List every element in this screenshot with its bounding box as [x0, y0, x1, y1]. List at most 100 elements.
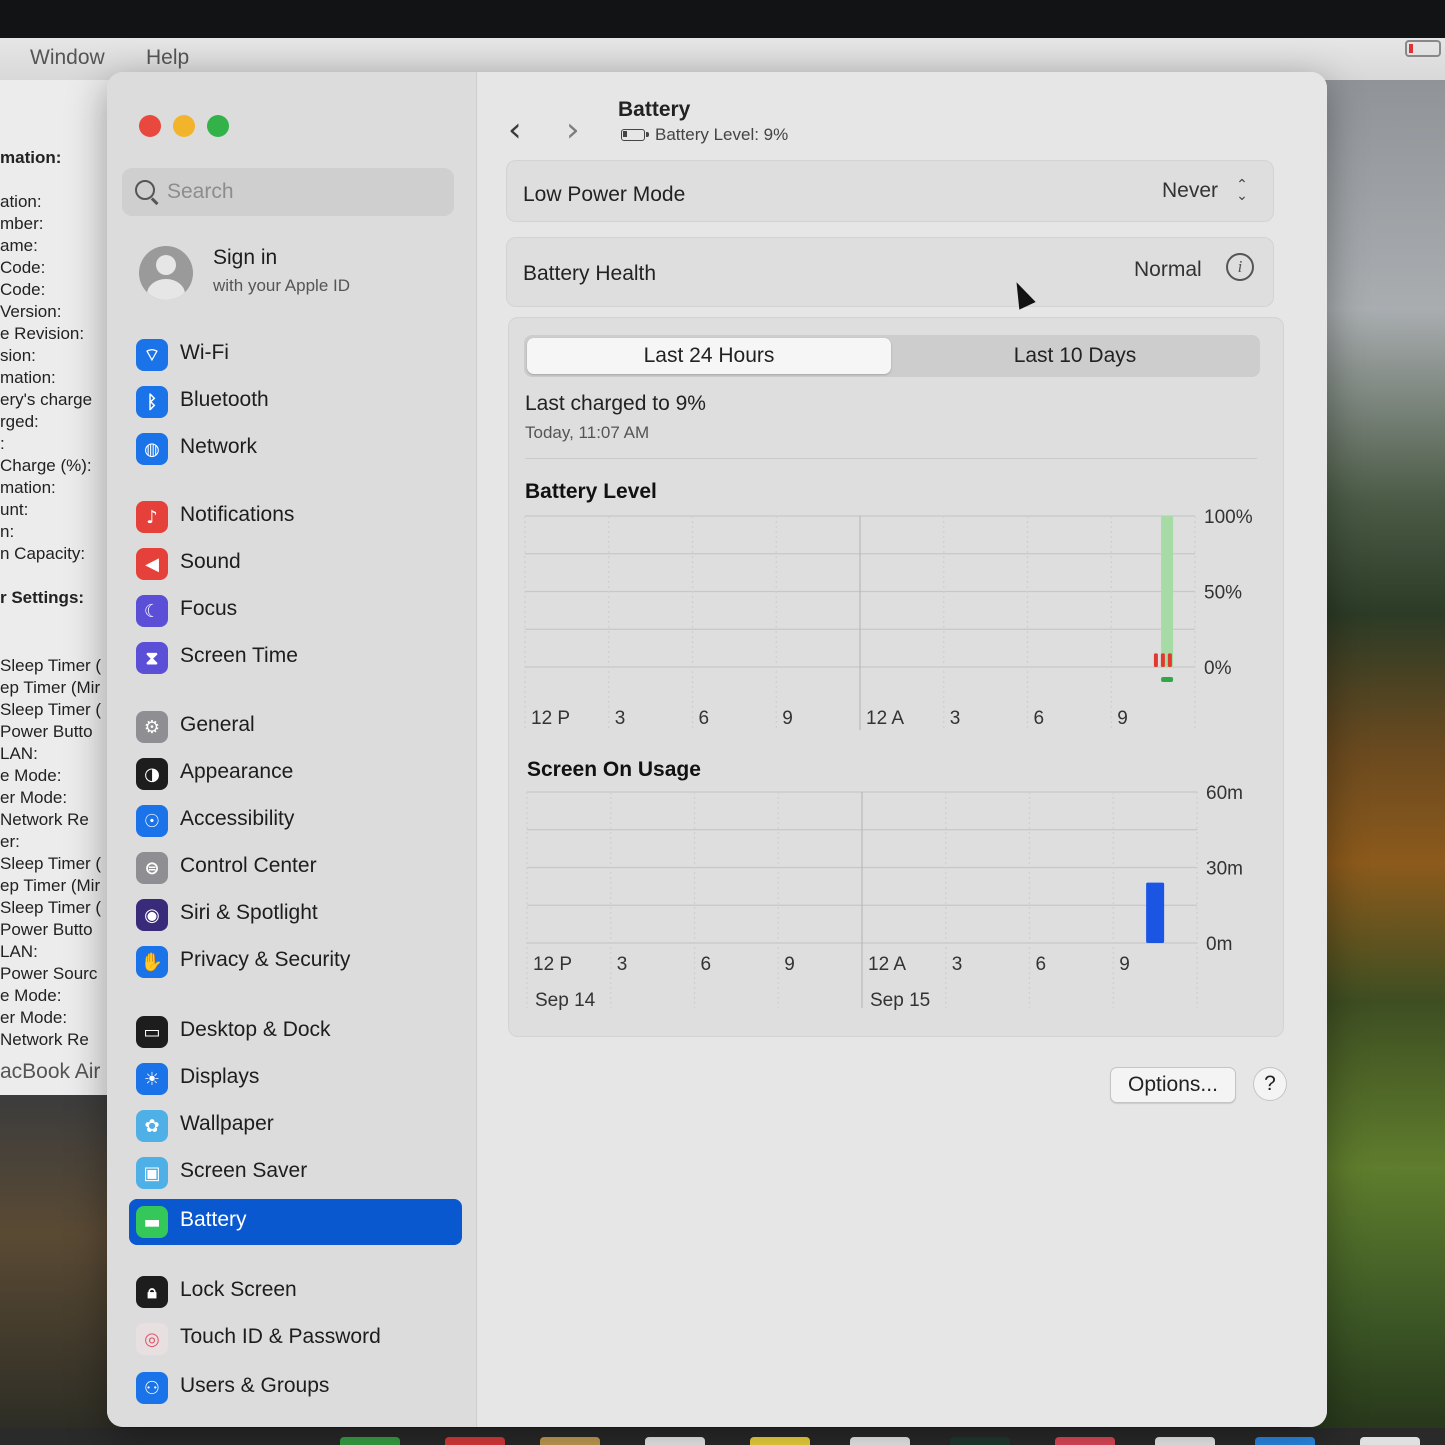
dock-app-icon[interactable]	[950, 1437, 1010, 1445]
usage-history-card: Last 24 Hours Last 10 Days Last charged …	[508, 317, 1284, 1037]
chevron-updown-icon[interactable]: ⌃ ⌄	[1233, 178, 1251, 206]
sidebar-item-network[interactable]: ◍ Network	[129, 426, 462, 472]
sidebar-item-displays[interactable]: ☀ Displays	[129, 1056, 462, 1102]
info-line: LAN:	[0, 942, 38, 961]
tab-last-10-days[interactable]: Last 10 Days	[894, 338, 1256, 374]
sidebar-item-label: Screen Time	[180, 644, 298, 667]
sidebar-item-notifications[interactable]: ♪ Notifications	[129, 494, 462, 540]
battery-health-value: Normal	[1134, 258, 1202, 281]
hand-icon: ✋	[136, 946, 168, 978]
battery-health-label: Battery Health	[523, 262, 657, 285]
info-line: Network Re	[0, 810, 89, 829]
dock-app-icon[interactable]	[340, 1437, 400, 1445]
low-power-mode-value[interactable]: Never	[1162, 179, 1218, 203]
sidebar-item-sound[interactable]: ◀ Sound	[129, 541, 462, 587]
sidebar-item-users-and-groups[interactable]: ⚇ Users & Groups	[129, 1365, 462, 1411]
menu-window[interactable]: Window	[30, 46, 105, 70]
x-tick-label: 6	[1036, 954, 1047, 975]
x-tick-label: 6	[701, 954, 712, 975]
screensaver-icon: ▣	[136, 1157, 168, 1189]
sidebar-item-privacy-and-security[interactable]: ✋ Privacy & Security	[129, 939, 462, 985]
sidebar-item-touch-id-and-password[interactable]: ◎ Touch ID & Password	[129, 1316, 462, 1362]
dock-app-icon[interactable]	[445, 1437, 505, 1445]
dock-app-icon[interactable]	[850, 1437, 910, 1445]
bell-icon: ♪	[136, 501, 168, 533]
sidebar-item-label: Notifications	[180, 503, 295, 526]
info-icon[interactable]: i	[1226, 253, 1254, 281]
dock-app-icon[interactable]	[1360, 1437, 1420, 1445]
info-line: Sleep Timer (	[0, 854, 102, 873]
dock-app-icon[interactable]	[750, 1437, 810, 1445]
dock	[0, 1428, 1445, 1445]
toggles-icon: ⊜	[136, 852, 168, 884]
minimize-button[interactable]	[173, 115, 195, 137]
sidebar-item-lock-screen[interactable]: 🔒︎ Lock Screen	[129, 1269, 462, 1315]
sidebar-item-general[interactable]: ⚙ General	[129, 704, 462, 750]
wifi-icon: ⌔	[136, 339, 168, 371]
tab-last-24-hours[interactable]: Last 24 Hours	[527, 338, 891, 374]
battery-level-chart: 100% 50% 0% 12 P 3 6 9 12 A 3 6 9	[524, 507, 1253, 730]
sidebar-item-bluetooth[interactable]: ᛒ Bluetooth	[129, 379, 462, 425]
x-tick-label: 12 P	[533, 954, 572, 975]
siri-icon: ◉	[136, 899, 168, 931]
data-bar	[1153, 653, 1158, 667]
menu-help[interactable]: Help	[146, 46, 189, 70]
sidebar-item-siri-and-spotlight[interactable]: ◉ Siri & Spotlight	[129, 892, 462, 938]
sidebar-item-wallpaper[interactable]: ✿ Wallpaper	[129, 1103, 462, 1149]
sidebar-item-label: Bluetooth	[180, 388, 269, 411]
dock-app-icon[interactable]	[1055, 1437, 1115, 1445]
apple-id-sign-in[interactable]: Sign in with your Apple ID	[137, 244, 457, 304]
back-button[interactable]: ‹	[508, 110, 522, 150]
sidebar-item-label: Users & Groups	[180, 1374, 330, 1397]
dock-app-icon[interactable]	[645, 1437, 705, 1445]
info-line: Sleep Timer (	[0, 656, 102, 675]
sidebar-item-screen-time[interactable]: ⧗ Screen Time	[129, 635, 462, 681]
sidebar-item-label: Network	[180, 435, 258, 458]
info-line: ep Timer (Mir	[0, 678, 101, 697]
forward-button[interactable]: ›	[566, 110, 580, 150]
info-line: er:	[0, 832, 20, 851]
info-line: Power Butto	[0, 920, 93, 939]
globe-icon: ◍	[136, 433, 168, 465]
info-line: mber:	[0, 214, 44, 233]
sun-icon: ☀	[136, 1063, 168, 1095]
info-line: ation:	[0, 192, 42, 211]
info-line: acBook Air	[0, 1060, 101, 1083]
sidebar-item-label: Privacy & Security	[180, 948, 351, 971]
help-button[interactable]: ?	[1253, 1067, 1287, 1101]
x-tick-label: 3	[952, 954, 963, 975]
search-input[interactable]	[167, 174, 437, 210]
search-field[interactable]	[122, 168, 454, 216]
sidebar-item-accessibility[interactable]: ☉ Accessibility	[129, 798, 462, 844]
options-button[interactable]: Options...	[1110, 1067, 1236, 1103]
info-line: ery's charge	[0, 390, 93, 409]
info-line: e Mode:	[0, 986, 62, 1005]
info-line: Version:	[0, 302, 62, 321]
sidebar-item-control-center[interactable]: ⊜ Control Center	[129, 845, 462, 891]
last-charged-title: Last charged to 9%	[525, 392, 706, 415]
x-tick-label: 12 P	[531, 708, 570, 729]
dock-app-icon[interactable]	[1155, 1437, 1215, 1445]
info-line: mation:	[0, 368, 56, 387]
hourglass-icon: ⧗	[136, 642, 168, 674]
sign-in-title: Sign in	[213, 246, 278, 269]
dock-app-icon[interactable]	[540, 1437, 600, 1445]
sidebar-item-focus[interactable]: ☾ Focus	[129, 588, 462, 634]
info-line: Code:	[0, 258, 46, 277]
sidebar-item-wi-fi[interactable]: ⌔ Wi-Fi	[129, 332, 462, 378]
dock-app-icon[interactable]	[1255, 1437, 1315, 1445]
close-button[interactable]	[139, 115, 161, 137]
sidebar-item-battery[interactable]: ▬ Battery	[129, 1199, 462, 1245]
menubar-battery-icon[interactable]	[1405, 40, 1441, 57]
zoom-button[interactable]	[207, 115, 229, 137]
data-bar	[1160, 653, 1165, 667]
sidebar-item-label: Lock Screen	[180, 1278, 297, 1301]
info-line: unt:	[0, 500, 29, 519]
sidebar-item-screen-saver[interactable]: ▣ Screen Saver	[129, 1150, 462, 1196]
sidebar-item-appearance[interactable]: ◑ Appearance	[129, 751, 462, 797]
x-tick-label: 6	[1034, 708, 1045, 729]
battery-pane: ‹ › Battery Battery Level: 9% Low Power …	[478, 72, 1327, 1427]
info-line: sion:	[0, 346, 36, 365]
sidebar-item-desktop-and-dock[interactable]: ▭ Desktop & Dock	[129, 1009, 462, 1055]
info-line: er Mode:	[0, 1008, 68, 1027]
